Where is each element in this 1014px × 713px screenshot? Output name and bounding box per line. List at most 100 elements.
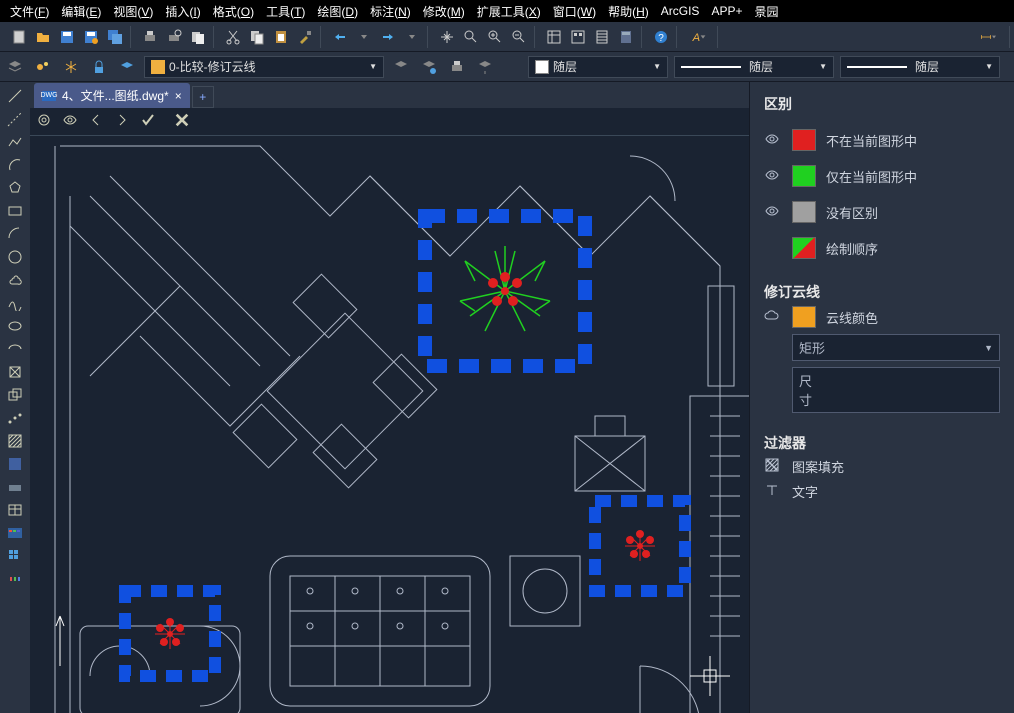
revcloud-tool[interactable] [4,270,26,290]
visibility-toggle[interactable] [764,167,782,186]
settings-gear-icon[interactable] [36,112,52,131]
copy-button[interactable] [246,26,268,48]
zoom-window-button[interactable] [484,26,506,48]
layer-iso-button[interactable] [418,56,440,78]
color-dropdown[interactable]: 随层 ▼ [528,56,668,78]
menu-ArcGIS[interactable]: ArcGIS [655,2,706,20]
region-tool[interactable] [4,477,26,497]
match-props-button[interactable] [294,26,316,48]
document-tab[interactable]: DWG 4、文件...图纸.dwg* × [34,83,190,108]
mtext-tool[interactable] [4,523,26,543]
size-field[interactable] [820,371,997,409]
cloud-shape-dropdown[interactable]: 矩形 ▼ [792,334,1000,361]
undo-button[interactable] [329,26,351,48]
polyline-tool[interactable] [4,132,26,152]
help-button[interactable]: ? [650,26,672,48]
menu-视图[interactable]: 视图(V) [107,1,159,22]
cloud-size-input[interactable]: 尺寸 [792,367,1000,413]
publish-button[interactable] [187,26,209,48]
close-view-button[interactable] [174,112,190,131]
layer-current-button[interactable] [116,56,138,78]
layer-walk-button[interactable] [446,56,468,78]
print-preview-button[interactable] [163,26,185,48]
menu-修改[interactable]: 修改(M) [417,1,471,22]
zoom-previous-button[interactable] [508,26,530,48]
checkmark-button[interactable] [140,112,156,131]
eye-icon[interactable] [62,112,78,131]
layer-dropdown[interactable]: 0-比较-修订云线 ▼ [144,56,384,78]
rectangle-tool[interactable] [4,201,26,221]
design-center-button[interactable] [567,26,589,48]
menu-景园[interactable]: 景园 [748,1,784,22]
insert-block-tool[interactable] [4,362,26,382]
new-file-button[interactable] [8,26,30,48]
more-tools-button[interactable] [4,569,26,589]
ellipse-arc-tool[interactable] [4,339,26,359]
prev-view-button[interactable] [88,112,104,131]
layer-states-button[interactable] [32,56,54,78]
redo-button[interactable] [377,26,399,48]
gray-swatch[interactable] [792,201,816,223]
line-tool[interactable] [4,86,26,106]
menu-格式[interactable]: 格式(O) [207,1,260,22]
app-grid-tool[interactable] [4,546,26,566]
filter-text-row[interactable]: 文字 [764,482,1000,501]
layer-match-button[interactable] [474,56,496,78]
next-view-button[interactable] [114,112,130,131]
gradient-tool[interactable] [4,454,26,474]
lineweight-dropdown[interactable]: 随层 ▼ [840,56,1000,78]
paste-button[interactable] [270,26,292,48]
redo-drop-button[interactable] [401,26,423,48]
menu-帮助[interactable]: 帮助(H) [602,1,655,22]
menu-文件[interactable]: 文件(F) [4,1,55,22]
make-block-tool[interactable] [4,385,26,405]
print-button[interactable] [139,26,161,48]
new-tab-button[interactable]: + [192,86,214,108]
cloud-color-swatch[interactable] [792,306,816,328]
calc-button[interactable] [615,26,637,48]
dimension-style-button[interactable] [971,26,1005,48]
visibility-toggle[interactable] [764,131,782,150]
polygon-tool[interactable] [4,178,26,198]
properties-button[interactable] [543,26,565,48]
green-swatch[interactable] [792,165,816,187]
cut-button[interactable] [222,26,244,48]
tab-close-button[interactable]: × [175,89,182,103]
point-tool[interactable] [4,408,26,428]
menu-工具[interactable]: 工具(T) [260,1,311,22]
filter-hatch-row[interactable]: 图案填充 [764,457,1000,476]
save-all-button[interactable] [104,26,126,48]
menu-插入[interactable]: 插入(I) [159,1,206,22]
layer-manager-button[interactable] [4,56,26,78]
menu-编辑[interactable]: 编辑(E) [55,1,107,22]
drawing-canvas[interactable] [30,136,749,713]
menu-窗口[interactable]: 窗口(W) [547,1,602,22]
undo-drop-button[interactable] [353,26,375,48]
menu-扩展工具[interactable]: 扩展工具(X) [471,1,547,22]
arc-tool[interactable] [4,155,26,175]
menu-标注[interactable]: 标注(N) [364,1,417,22]
linetype-dropdown[interactable]: 随层 ▼ [674,56,834,78]
saveas-button[interactable] [80,26,102,48]
layer-freeze-button[interactable] [60,56,82,78]
layer-lock-button[interactable] [88,56,110,78]
tool-palette-button[interactable] [591,26,613,48]
ellipse-tool[interactable] [4,316,26,336]
open-file-button[interactable] [32,26,54,48]
text-style-button[interactable]: A [685,26,713,48]
pan-button[interactable] [436,26,458,48]
arc3-tool[interactable] [4,224,26,244]
red-swatch[interactable] [792,129,816,151]
table-tool[interactable] [4,500,26,520]
visibility-toggle[interactable] [764,203,782,222]
spline-tool[interactable] [4,293,26,313]
circle-tool[interactable] [4,247,26,267]
zoom-realtime-button[interactable] [460,26,482,48]
menu-APP+[interactable]: APP+ [705,2,748,20]
menu-绘图[interactable]: 绘图(D) [311,1,364,22]
save-button[interactable] [56,26,78,48]
layer-previous-button[interactable] [390,56,412,78]
construction-line-tool[interactable] [4,109,26,129]
order-swatch[interactable] [792,237,816,259]
hatch-tool[interactable] [4,431,26,451]
